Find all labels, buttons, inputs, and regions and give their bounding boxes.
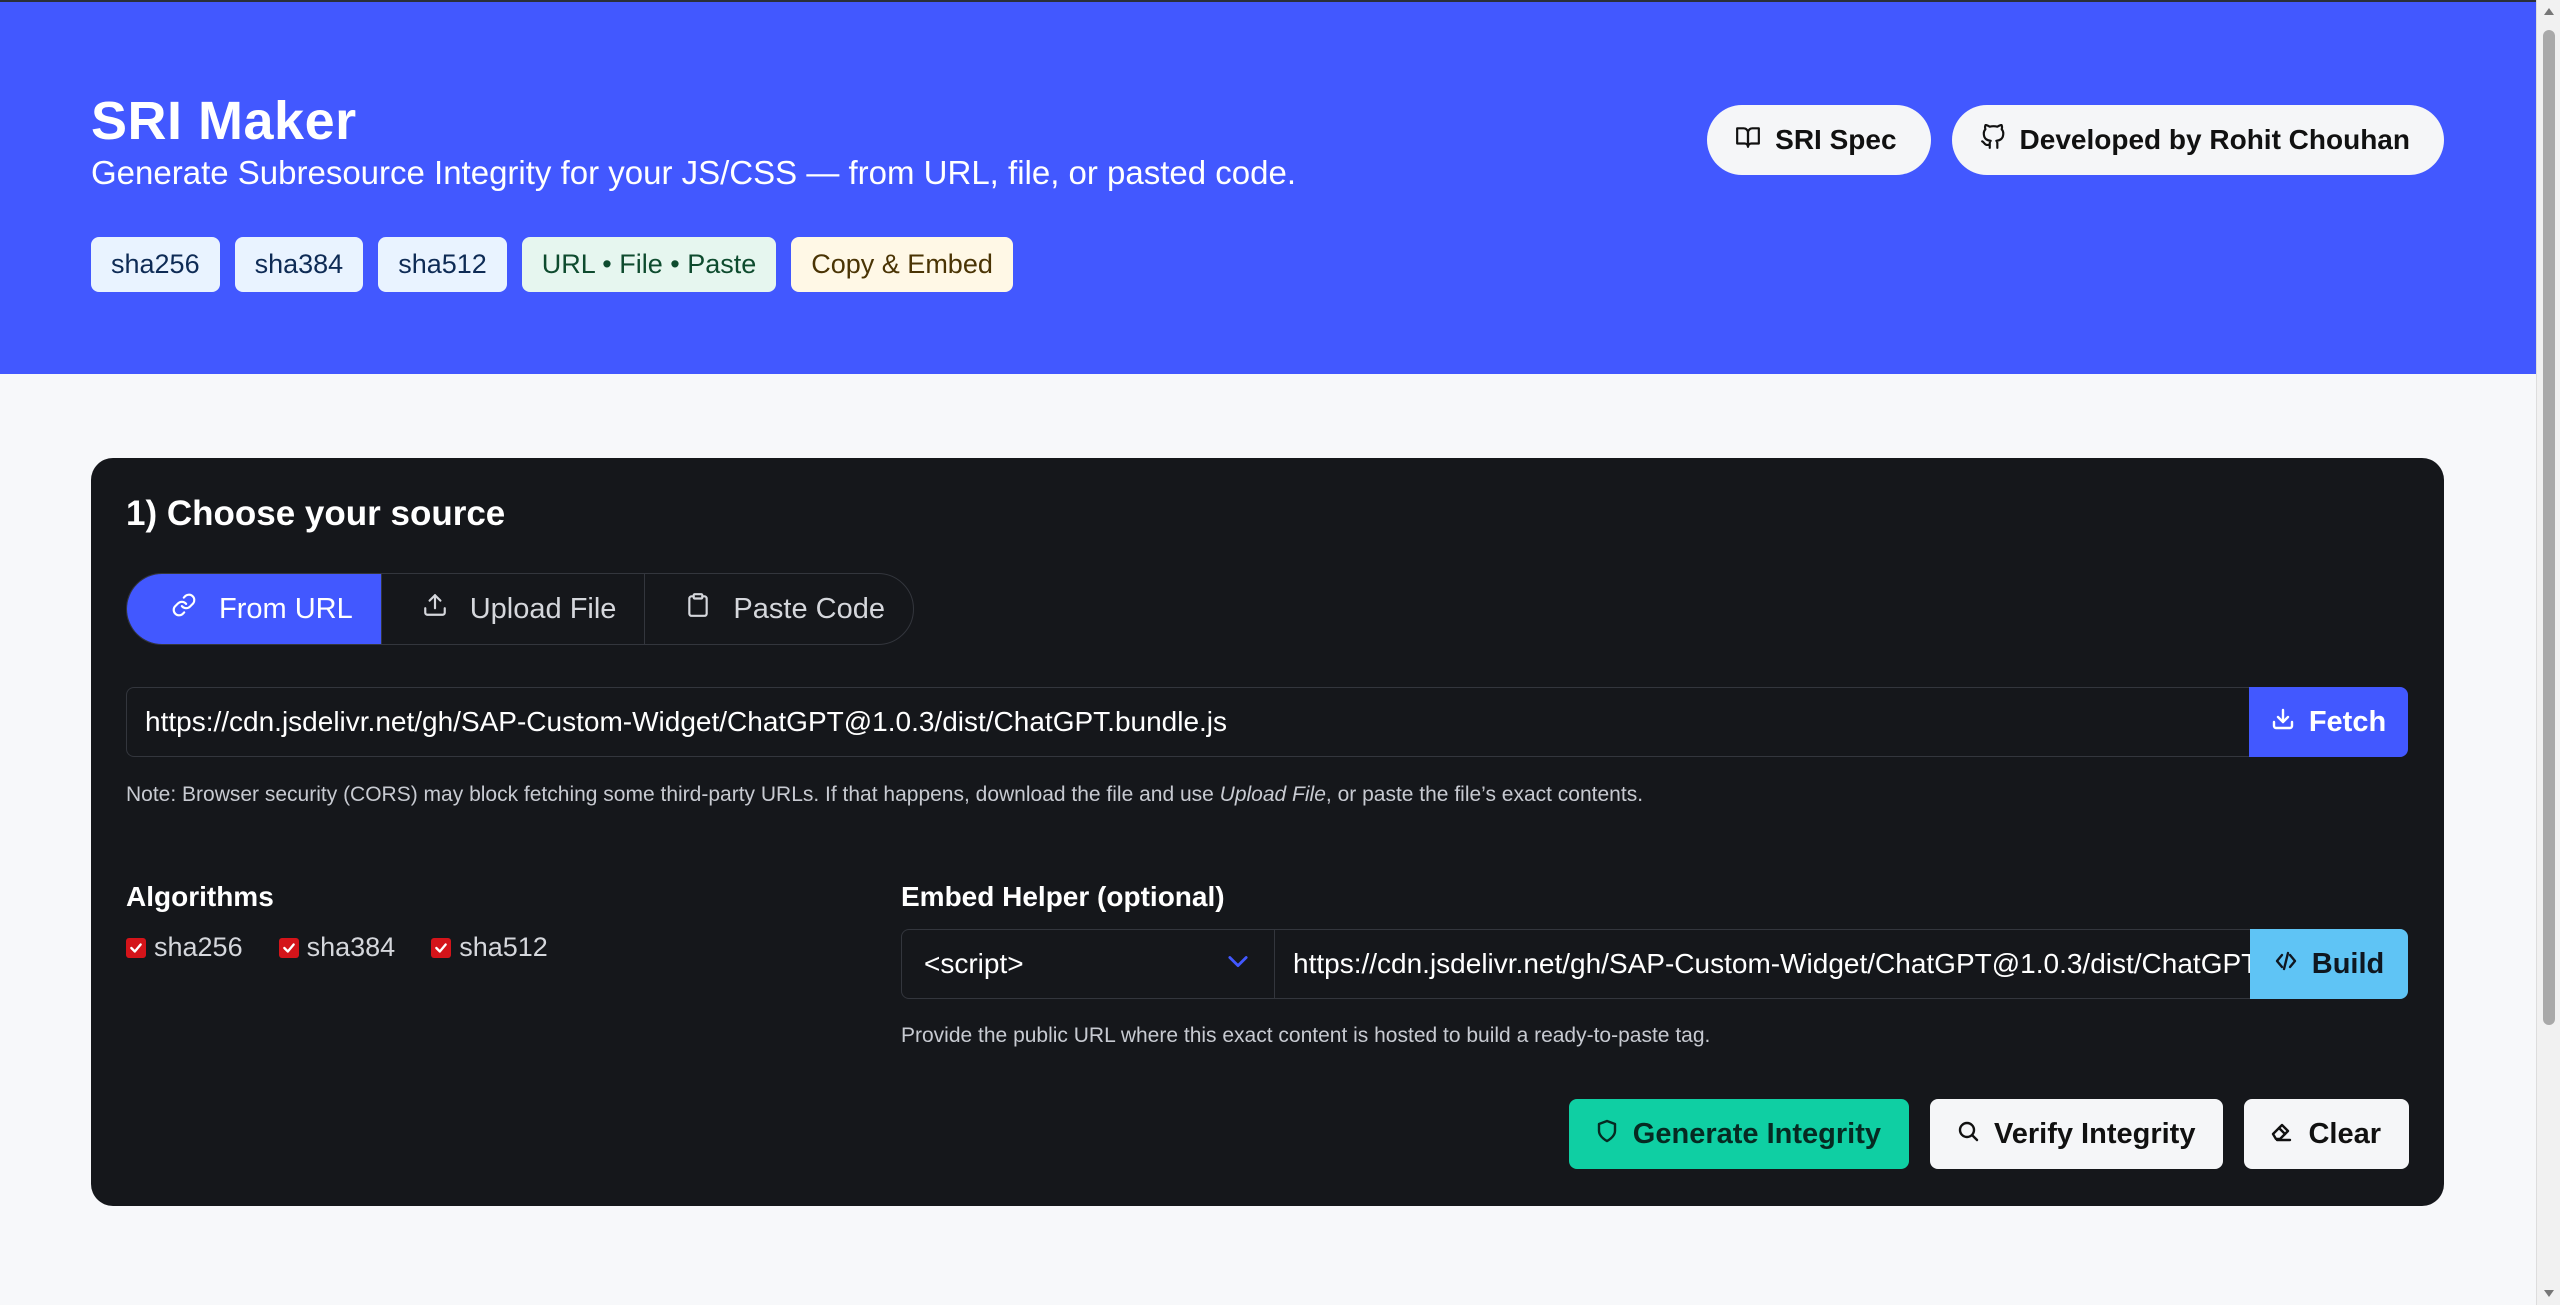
- sri-spec-link[interactable]: SRI Spec: [1707, 105, 1931, 175]
- chip-sha384: sha384: [234, 237, 364, 292]
- upload-icon: [422, 592, 448, 626]
- clear-label: Clear: [2308, 1117, 2381, 1150]
- source-tabs: From URL Upload File Paste Code: [126, 573, 914, 645]
- developer-label: Developed by Rohit Chouhan: [2019, 124, 2410, 155]
- tab-from-url[interactable]: From URL: [127, 574, 381, 644]
- header-links: SRI Spec Developed by Rohit Chouhan: [1707, 105, 2444, 175]
- sri-spec-label: SRI Spec: [1775, 124, 1897, 155]
- chip-copy-embed: Copy & Embed: [791, 237, 1013, 292]
- algo-sha384[interactable]: sha384: [278, 932, 396, 963]
- fetch-button[interactable]: Fetch: [2249, 687, 2408, 757]
- url-row: Fetch: [126, 687, 2408, 757]
- chip-sha512: sha512: [378, 237, 507, 292]
- source-card: 1) Choose your source From URL Upload Fi…: [91, 458, 2444, 1206]
- embed-helper-label: Embed Helper (optional): [901, 881, 1225, 912]
- sha512-checkbox[interactable]: [431, 937, 452, 958]
- feature-chips: sha256 sha384 sha512 URL • File • Paste …: [91, 237, 1013, 292]
- search-icon: [1956, 1118, 1980, 1151]
- tag-type-value: <script>: [924, 948, 1024, 979]
- sha256-label: sha256: [154, 932, 243, 962]
- book-icon: [1735, 124, 1761, 157]
- tab-paste-code[interactable]: Paste Code: [644, 574, 913, 644]
- tag-type-select[interactable]: <script>: [901, 929, 1275, 999]
- verify-integrity-button[interactable]: Verify Integrity: [1929, 1099, 2224, 1169]
- header-banner: SRI Maker Generate Subresource Integrity…: [0, 0, 2536, 374]
- clipboard-icon: [685, 592, 711, 626]
- build-label: Build: [2311, 947, 2385, 980]
- download-icon: [2271, 706, 2295, 739]
- chip-sources: URL • File • Paste: [521, 237, 777, 292]
- tab-from-url-label: From URL: [219, 592, 353, 625]
- cors-note-emphasis: Upload File: [1219, 783, 1326, 806]
- algorithms-label: Algorithms: [126, 881, 274, 912]
- sha256-checkbox[interactable]: [126, 937, 146, 958]
- cors-note: Note: Browser security (CORS) may block …: [126, 783, 1643, 807]
- verify-label: Verify Integrity: [1993, 1117, 2196, 1150]
- sha384-label: sha384: [306, 932, 396, 962]
- sha384-checkbox[interactable]: [278, 937, 299, 958]
- build-button[interactable]: Build: [2250, 929, 2408, 999]
- embed-row: <script> https://cdn.jsdelivr.net/gh/SAP…: [901, 929, 2408, 999]
- algo-sha512[interactable]: sha512: [431, 932, 548, 963]
- embed-url-input[interactable]: https://cdn.jsdelivr.net/gh/SAP-Custom-W…: [1275, 929, 2250, 999]
- shield-icon: [1595, 1118, 1619, 1151]
- chip-sha256: sha256: [91, 237, 220, 292]
- scrollbar-thumb[interactable]: [2543, 30, 2555, 1025]
- page-scrollbar[interactable]: [2536, 0, 2560, 1305]
- code-icon: [2274, 948, 2298, 981]
- algo-sha256[interactable]: sha256: [126, 932, 243, 963]
- action-buttons: Generate Integrity Verify Integrity Clea…: [1568, 1099, 2409, 1169]
- scroll-up-arrow-icon[interactable]: [2543, 6, 2555, 18]
- fetch-label: Fetch: [2308, 705, 2387, 738]
- eraser-icon: [2270, 1118, 2294, 1151]
- source-url-input[interactable]: [126, 687, 2249, 757]
- clear-button[interactable]: Clear: [2244, 1099, 2409, 1169]
- generate-label: Generate Integrity: [1632, 1117, 1881, 1150]
- embed-hint: Provide the public URL where this exact …: [901, 1024, 1711, 1047]
- tab-paste-code-label: Paste Code: [733, 592, 885, 625]
- cors-note-suffix: , or paste the file’s exact contents.: [1325, 783, 1644, 806]
- link-icon: [171, 592, 197, 626]
- scroll-down-arrow-icon[interactable]: [2543, 1287, 2555, 1299]
- section-title: 1) Choose your source: [126, 494, 506, 533]
- app-title: SRI Maker: [91, 91, 357, 151]
- tab-upload-file[interactable]: Upload File: [380, 574, 645, 644]
- app-subtitle: Generate Subresource Integrity for your …: [91, 154, 1297, 191]
- generate-integrity-button[interactable]: Generate Integrity: [1568, 1099, 1909, 1169]
- sha512-label: sha512: [459, 932, 548, 962]
- algorithms-group: sha256 sha384 sha512: [126, 932, 548, 963]
- cors-note-prefix: Note: Browser security (CORS) may block …: [126, 783, 1220, 806]
- chevron-down-icon: [1224, 947, 1252, 982]
- tab-upload-file-label: Upload File: [469, 592, 617, 625]
- developer-link[interactable]: Developed by Rohit Chouhan: [1951, 105, 2444, 175]
- github-icon: [1980, 123, 2006, 157]
